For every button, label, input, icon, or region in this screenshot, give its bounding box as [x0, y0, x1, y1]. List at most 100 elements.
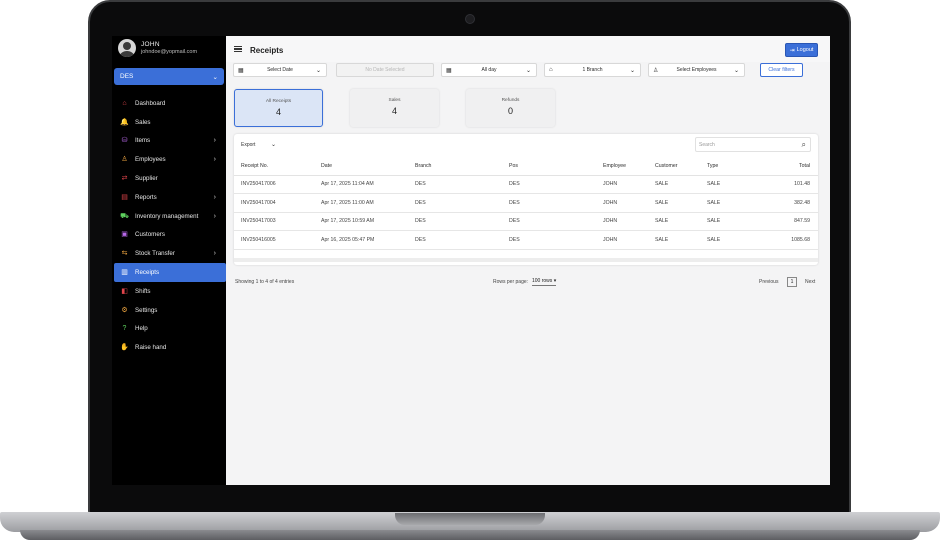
card-value: 4	[275, 107, 281, 117]
entries-info: Showing 1 to 4 of 4 entries	[235, 279, 295, 285]
chevron-right-icon: ›	[213, 137, 216, 145]
table-cell: DES	[502, 193, 596, 213]
help-icon: ?	[122, 325, 127, 333]
receipt-icon: ▥	[121, 269, 128, 277]
chevron-right-icon: ›	[213, 212, 216, 220]
rows-per-page-select[interactable]: 100 rows ▾	[532, 278, 557, 286]
table-cell: INV250417004	[234, 193, 314, 213]
branch-filter[interactable]: ⌂ 1 Branch ⌄	[544, 63, 641, 77]
sidebar-item-items[interactable]: ⛁ Items ›	[114, 132, 226, 151]
branch-select[interactable]: DES ⌄	[114, 68, 224, 85]
sidebar-item-stock-transfer[interactable]: ⇆ Stock Transfer ›	[114, 244, 226, 263]
sidebar-item-raise-hand[interactable]: ✋ Raise hand	[114, 338, 226, 357]
main-content: Receipts ⇥ Logout ▦ Select Date ⌄ No Dat…	[226, 36, 830, 485]
menu-icon[interactable]	[234, 46, 242, 52]
sidebar-item-inventory-management[interactable]: ⛟ Inventory management ›	[114, 207, 226, 226]
card-refunds[interactable]: Refunds 0	[466, 89, 555, 127]
previous-page-button[interactable]: Previous	[759, 279, 778, 285]
chevron-down-icon[interactable]: ⌄	[271, 141, 276, 148]
sidebar-item-sales[interactable]: 🔔 Sales	[114, 113, 226, 132]
caret-down-icon: ▾	[553, 278, 557, 284]
rows-per-page-label: Rows per page:	[493, 279, 529, 285]
horizontal-scrollbar[interactable]	[234, 258, 818, 262]
table-row[interactable]: INV250416005 Apr 16, 2025 05:47 PM DES DES J…	[234, 230, 818, 250]
hand-icon: ✋	[120, 344, 129, 352]
logout-icon: ⇥	[789, 47, 795, 54]
sidebar-item-dashboard[interactable]: ⌂ Dashboard	[114, 94, 226, 113]
branch-select-value: DES	[120, 73, 134, 80]
column-header[interactable]: Customer	[648, 157, 700, 176]
logout-button[interactable]: ⇥ Logout	[785, 43, 818, 57]
export-dropdown[interactable]: Export	[241, 142, 255, 148]
date-display-field[interactable]: No Date Selected	[336, 63, 434, 77]
home-icon: ⌂	[122, 99, 127, 107]
table-cell: SALE	[648, 193, 700, 213]
sidebar-item-label: Shifts	[135, 287, 151, 295]
column-header[interactable]: Pos	[502, 157, 596, 176]
user-name: JOHN	[141, 41, 160, 48]
sidebar-item-employees[interactable]: ♙ Employees ›	[114, 150, 226, 169]
sidebar-item-label: Employees	[135, 156, 166, 164]
user-profile[interactable]: JOHN johndoe@yopmail.com	[118, 39, 197, 57]
sidebar-item-customers[interactable]: ▣ Customers	[114, 226, 226, 245]
table-cell: INV250417003	[234, 212, 314, 231]
card-label: Refunds	[501, 98, 520, 103]
receipts-table-card: Export ⌄ Search ⌕ Receipt No. Date Branc…	[234, 134, 818, 265]
sidebar-item-shifts[interactable]: ◧ Shifts	[114, 282, 226, 301]
card-label: Sales	[388, 98, 401, 103]
shift-icon: ◧	[121, 287, 128, 295]
table-row[interactable]: INV250417004 Apr 17, 2025 11:00 AM DES DES J…	[234, 193, 818, 213]
clear-filters-button[interactable]: Clear filters	[760, 63, 803, 77]
sidebar-item-receipts[interactable]: ▥ Receipts	[114, 263, 226, 282]
rows-per-page-value: 100 rows	[532, 278, 553, 284]
next-page-button[interactable]: Next	[805, 279, 815, 285]
table-cell: SALE	[700, 212, 752, 231]
table-cell: DES	[408, 193, 502, 213]
chevron-down-icon: ⌄	[629, 67, 635, 74]
current-page-button[interactable]: 1	[787, 277, 797, 287]
table-cell: Apr 16, 2025 05:47 PM	[314, 230, 408, 250]
camera	[465, 14, 475, 24]
chevron-right-icon: ›	[213, 250, 216, 258]
sidebar-item-supplier[interactable]: ⇄ Supplier	[114, 169, 226, 188]
table-cell: JOHN	[596, 212, 648, 231]
card-value: 0	[507, 106, 513, 116]
card-sales[interactable]: Sales 4	[350, 89, 439, 127]
sidebar-item-help[interactable]: ? Help	[114, 320, 226, 339]
column-header[interactable]: Branch	[408, 157, 502, 176]
card-all-receipts[interactable]: All Receipts 4	[234, 89, 323, 127]
table-cell: INV250417006	[234, 175, 314, 194]
table-cell: SALE	[648, 230, 700, 250]
time-filter[interactable]: ▦ All day ⌄	[441, 63, 537, 77]
sidebar-item-label: Inventory management	[135, 212, 199, 220]
table-cell: Apr 17, 2025 11:00 AM	[314, 193, 408, 213]
column-header[interactable]: Type	[700, 157, 752, 176]
table-cell: DES	[408, 212, 502, 231]
column-header[interactable]: Date	[314, 157, 408, 176]
person-icon: ♙	[653, 67, 659, 74]
sidebar-item-label: Receipts	[135, 269, 160, 277]
sidebar-item-label: Help	[135, 325, 148, 333]
column-header[interactable]: Total	[752, 157, 818, 176]
table-row[interactable]: INV250417003 Apr 17, 2025 10:59 AM DES DES J…	[234, 212, 818, 231]
search-input[interactable]: Search ⌕	[695, 137, 811, 152]
page-title: Receipts	[250, 46, 284, 55]
table-row[interactable]: INV250417006 Apr 17, 2025 11:04 AM DES DES J…	[234, 175, 818, 194]
column-header[interactable]: Employee	[596, 157, 648, 176]
table-cell: INV250416005	[234, 230, 314, 250]
person-icon: ♙	[121, 156, 128, 164]
filters-bar: ▦ Select Date ⌄ No Date Selected ▦ All d…	[233, 63, 823, 77]
bell-icon: 🔔	[120, 118, 129, 126]
sidebar-item-settings[interactable]: ⚙ Settings	[114, 301, 226, 320]
avatar	[118, 39, 136, 57]
date-filter[interactable]: ▦ Select Date ⌄	[233, 63, 327, 77]
gear-icon: ⚙	[121, 306, 128, 314]
table-cell: SALE	[700, 193, 752, 213]
employees-filter[interactable]: ♙ Select Employees ⌄	[648, 63, 745, 77]
sidebar-item-label: Raise hand	[135, 344, 167, 352]
column-header[interactable]: Receipt No.	[234, 157, 314, 176]
sidebar-item-reports[interactable]: ▤ Reports ›	[114, 188, 226, 207]
cart-icon: ⛟	[120, 212, 129, 220]
sidebar-nav: ⌂ Dashboard 🔔 Sales ⛁ Items › ♙ Employees › ⇄ Suppl…	[114, 94, 226, 357]
table-cell: Apr 17, 2025 10:59 AM	[314, 212, 408, 231]
